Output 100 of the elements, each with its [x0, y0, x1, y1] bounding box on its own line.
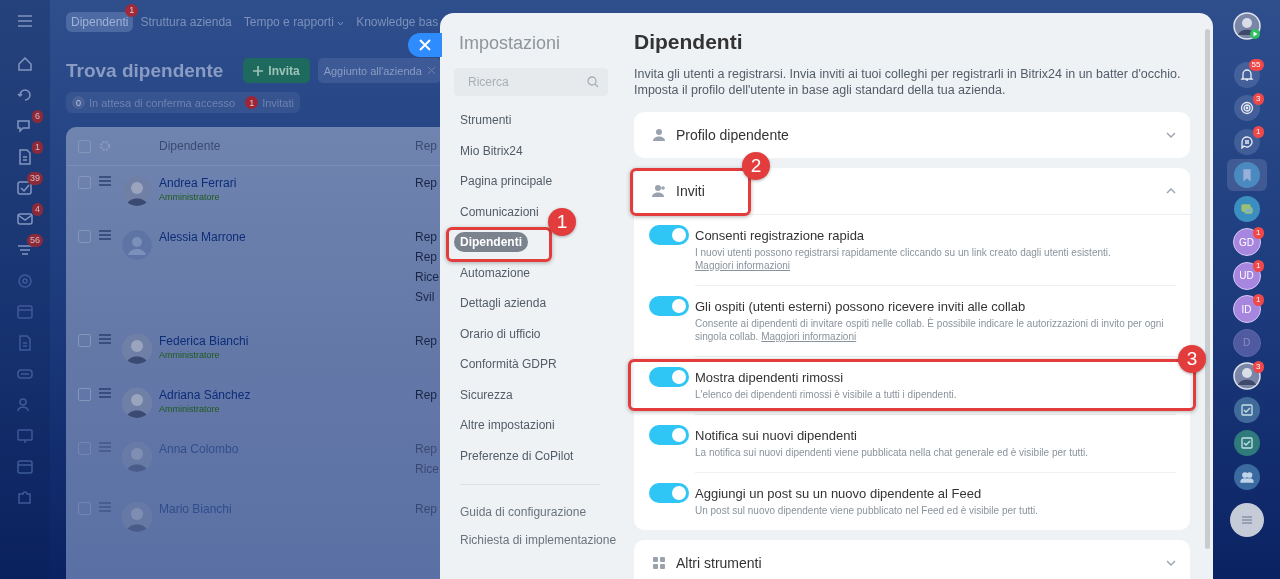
settings-nav-item[interactable]: Dipendenti [454, 232, 528, 252]
avatar[interactable] [1232, 362, 1261, 391]
user-icon [652, 128, 666, 142]
panel-title: Impostazioni [459, 33, 562, 54]
section-title: Dipendenti [634, 30, 744, 54]
filter-chip[interactable]: Aggiunto all'azienda [317, 58, 440, 83]
employee-name[interactable]: Adriana Sánchez [159, 388, 415, 402]
toggle-switch[interactable] [649, 483, 689, 503]
avatar[interactable] [1232, 12, 1261, 40]
checkbox[interactable] [78, 176, 91, 189]
avatar-placeholder [122, 230, 152, 260]
table-cell-text: Rep [415, 250, 438, 264]
bookmark-button[interactable] [1226, 159, 1267, 192]
section-description: Invita gli utenti a registrarsi. Invia inviti ai tuoi colleghi per registrarli in Bitrix24 in un batter d'occhio. Imposta il profilo dell'utente in base agli standard della tua azienda. [634, 66, 1182, 98]
checkbox-icon [1239, 436, 1254, 451]
toggle-switch[interactable] [649, 425, 689, 445]
count-badge: 39 [27, 172, 43, 185]
checkbox[interactable] [78, 334, 91, 347]
employee-name[interactable]: Andrea Ferrari [159, 176, 415, 190]
count-badge: 0 [72, 96, 85, 109]
checkbox[interactable] [78, 388, 91, 401]
close-button[interactable] [408, 33, 442, 57]
drag-handle-icon[interactable] [99, 388, 111, 398]
toggle-label: Aggiungi un post su un nuovo dipendente al Feed [695, 486, 983, 501]
employee-name[interactable]: Alessia Marrone [159, 230, 415, 244]
grid-icon [652, 556, 666, 570]
settings-nav-item[interactable]: Altre impostazioni [454, 415, 561, 435]
avatar [122, 334, 152, 364]
column-header: Dipendente [159, 139, 222, 153]
count-badge: 1 [1253, 126, 1264, 138]
menu-button[interactable] [1229, 503, 1264, 538]
step-number: 3 [1178, 345, 1206, 373]
settings-nav-item[interactable]: Preferenze di CoPilot [454, 445, 580, 466]
page-title: Trova dipendente [66, 59, 224, 82]
settings-nav-item[interactable]: Comunicazioni [454, 201, 545, 222]
chat-button[interactable] [1233, 128, 1260, 155]
table-cell-text: Svil [415, 290, 436, 304]
checkbox-icon [1239, 402, 1254, 417]
section-header[interactable]: Altri strumenti [634, 540, 1190, 579]
count-badge: 1 [1253, 226, 1264, 239]
settings-nav-item[interactable]: Pagina principale [454, 171, 559, 191]
scrollbar[interactable] [1205, 29, 1210, 549]
employee-name[interactable]: Federica Bianchi [159, 334, 415, 348]
settings-nav-item[interactable]: Mio Bitrix24 [454, 140, 529, 161]
chevron-icon [1166, 187, 1176, 195]
employee-role: Amministratore [159, 404, 221, 414]
gear-icon[interactable] [99, 140, 111, 152]
settings-link[interactable]: Richiesta di implementazione [460, 533, 617, 547]
spiral-icon [1239, 101, 1254, 116]
toggle-switch[interactable] [649, 296, 689, 316]
close-icon[interactable] [427, 67, 435, 74]
more-info-link[interactable]: Maggiori informazioni [695, 260, 791, 271]
checkbox[interactable] [78, 139, 91, 153]
count-badge: 55 [1248, 59, 1264, 71]
drag-handle-icon[interactable] [99, 176, 111, 186]
table-cell: Rice [415, 270, 439, 284]
drag-handle-icon[interactable] [99, 442, 111, 452]
search-icon [587, 76, 599, 88]
task-button[interactable] [1233, 396, 1260, 423]
toggle-description: Consente ai dipendenti di invitare ospiti nelle collab. È possibile indicare le autorizzazioni di invito per ogni singola collab. Maggiori informazioni [695, 317, 1165, 343]
toggle-description: L'elenco dei dipendenti rimossi è visibile a tutti i dipendenti. [695, 388, 958, 401]
drag-handle-icon[interactable] [99, 334, 111, 344]
settings-nav-item[interactable]: Dettagli azienda [454, 293, 553, 313]
task-button[interactable] [1233, 430, 1260, 457]
people-icon [1239, 469, 1254, 484]
search-field[interactable]: Ricerca [454, 68, 608, 96]
settings-nav-item[interactable]: Sicurezza [454, 384, 519, 405]
nav-tab[interactable]: Dipendenti [66, 12, 134, 32]
settings-nav-item[interactable]: Orario di ufficio [454, 323, 547, 344]
toggle-switch[interactable] [649, 367, 689, 387]
toggle-description: I nuovi utenti possono registrarsi rapidamente cliccando su un link creato dagli utenti esistenti. Maggiori informazioni [695, 246, 1112, 272]
chat-button[interactable] [1233, 195, 1260, 222]
user-plus-icon [652, 184, 666, 198]
settings-nav-item[interactable]: Automazione [454, 262, 537, 283]
toggle-label: Gli ospiti (utenti esterni) possono ricevere inviti alle collab [695, 299, 1027, 314]
settings-nav-item[interactable]: Strumenti [454, 110, 518, 130]
nav-tab[interactable]: Knowledge bas [351, 12, 440, 32]
table-cell: Rep [415, 334, 437, 348]
settings-nav-item[interactable]: Conformità GDPR [454, 354, 563, 374]
activity-button[interactable] [1233, 95, 1260, 122]
contacts-button[interactable] [1233, 463, 1260, 490]
checkbox[interactable] [78, 230, 91, 243]
drag-handle-icon[interactable] [99, 502, 111, 512]
count-badge: 1 [1253, 260, 1264, 272]
avatar [122, 442, 152, 472]
count-badge: 6 [32, 110, 43, 123]
table-cell: Rep [415, 388, 437, 402]
more-info-link[interactable]: Maggiori informazioni [761, 331, 857, 342]
nav-tab[interactable]: Tempo e rapporti [238, 12, 350, 32]
section-header[interactable]: Profilo dipendente [634, 112, 1190, 158]
chat-bubbles-icon [1239, 201, 1254, 216]
avatar [122, 176, 152, 206]
settings-link[interactable]: Guida di configurazione [460, 505, 587, 519]
menu-icon[interactable] [17, 14, 33, 28]
notifications-button[interactable] [1233, 61, 1260, 88]
toggle-description: La notifica sui nuovi dipendenti viene pubblicata nella chat generale ed è visibile per tutti. [695, 446, 1090, 459]
invite-button[interactable]: Invita [243, 58, 310, 83]
drag-handle-icon[interactable] [99, 230, 111, 240]
count-badge: 3 [1253, 92, 1264, 105]
toggle-switch[interactable] [649, 225, 689, 245]
